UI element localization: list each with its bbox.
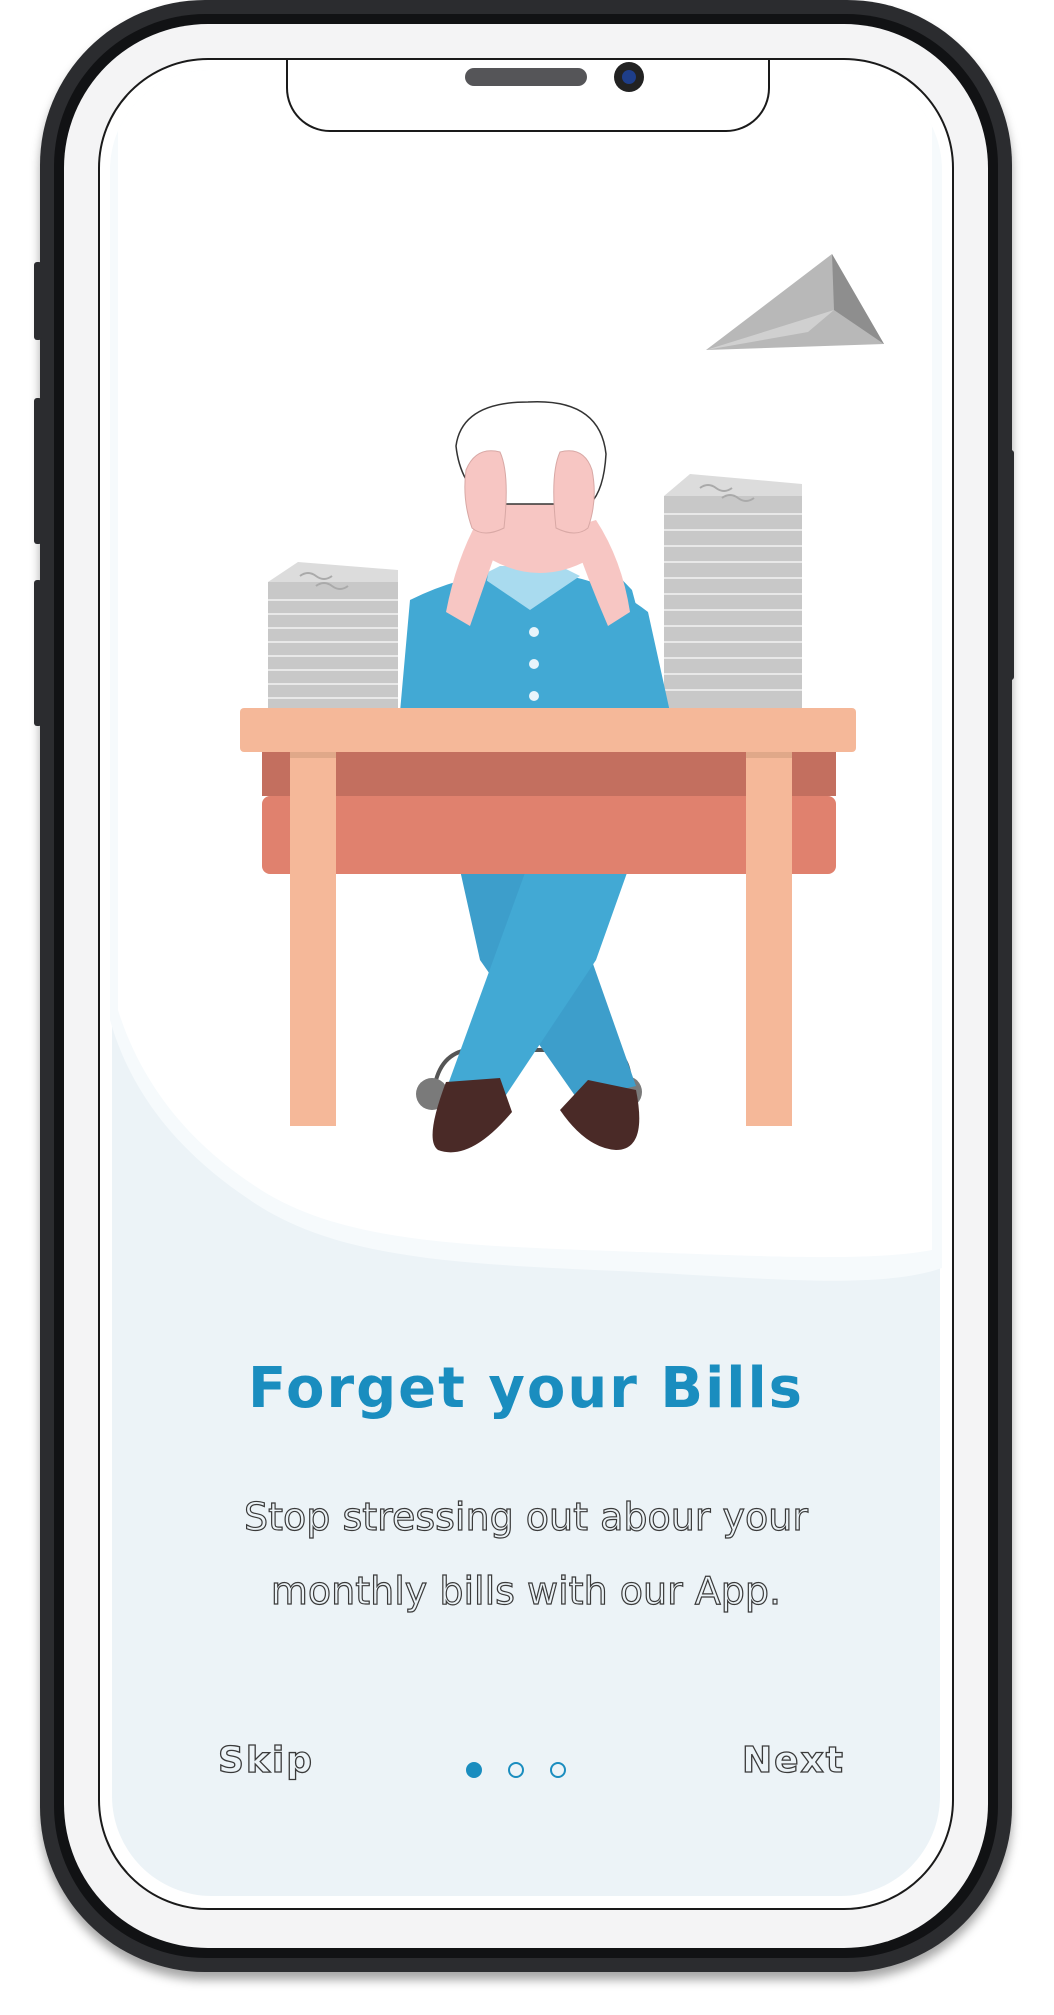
- front-camera: [614, 62, 644, 92]
- onboarding-title: Forget your Bills: [248, 1356, 804, 1421]
- pagination-dot-2[interactable]: [508, 1762, 524, 1778]
- onboarding-subtitle: Stop stressing out abour your monthly bi…: [170, 1480, 882, 1628]
- skip-button[interactable]: Skip: [217, 1739, 314, 1781]
- earpiece-speaker: [465, 68, 587, 86]
- right-paper-stack: [664, 474, 802, 708]
- pagination-dot-1[interactable]: [466, 1762, 482, 1778]
- onboarding-illustration: [110, 70, 942, 1281]
- pagination-dot-3[interactable]: [550, 1762, 566, 1778]
- subtitle-line-2: monthly bills with our App.: [270, 1568, 782, 1613]
- subtitle-line-1: Stop stressing out abour your: [243, 1494, 808, 1539]
- pagination-dots: [466, 1762, 566, 1778]
- phone-mockup: Forget your Bills Stop stressing out abo…: [0, 0, 1054, 2015]
- left-paper-stack: [268, 562, 398, 708]
- next-button[interactable]: Next: [741, 1739, 845, 1781]
